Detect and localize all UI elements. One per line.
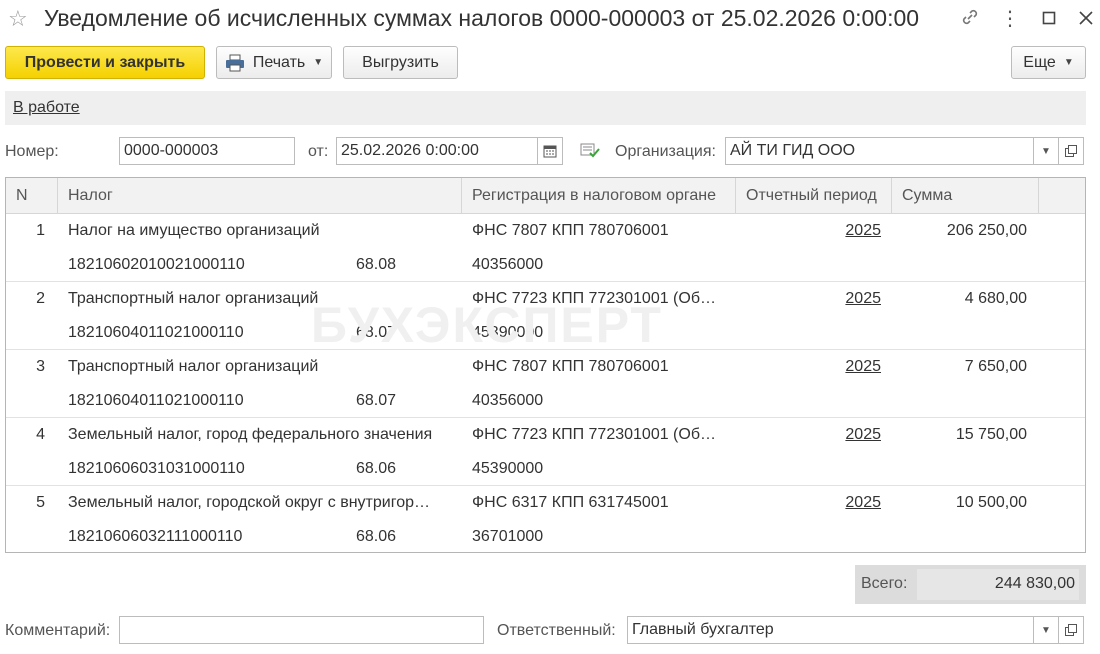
- oktmo-code: 36701000: [472, 528, 544, 545]
- table-row[interactable]: 4 Земельный налог, город федерального зн…: [6, 418, 1085, 486]
- export-button[interactable]: Выгрузить: [343, 46, 458, 79]
- total-box: Всего: 244 830,00: [855, 565, 1086, 604]
- account-code: 68.06: [356, 528, 397, 545]
- responsible-label: Ответственный:: [497, 622, 616, 639]
- table-row[interactable]: 3 Транспортный налог организаций 1821060…: [6, 350, 1085, 418]
- period-link[interactable]: 2025: [845, 290, 881, 308]
- kbk-code: 18210602010021000110: [68, 256, 245, 273]
- responsible-field[interactable]: Главный бухгалтер: [627, 616, 1034, 644]
- tax-name: Земельный налог, городской округ с внутр…: [68, 494, 430, 511]
- date-field[interactable]: 25.02.2026 0:00:00: [336, 137, 538, 165]
- row-number: 2: [36, 290, 45, 307]
- account-code: 68.07: [356, 324, 397, 341]
- tax-registration: ФНС 7723 КПП 772301001 (Об…: [472, 426, 716, 443]
- post-and-close-button[interactable]: Провести и закрыть: [5, 46, 205, 79]
- responsible-open-icon[interactable]: [1058, 616, 1084, 644]
- number-label: Номер:: [5, 143, 59, 160]
- row-number: 4: [36, 426, 45, 443]
- header-n[interactable]: N: [6, 178, 58, 214]
- window-title: Уведомление об исчисленных суммах налого…: [44, 5, 920, 31]
- total-value: 244 830,00: [917, 569, 1079, 600]
- sum-value: 7 650,00: [964, 358, 1027, 375]
- organization-dropdown-icon[interactable]: ▼: [1033, 137, 1059, 165]
- sum-value: 4 680,00: [964, 290, 1027, 307]
- comment-field[interactable]: [119, 616, 484, 644]
- comment-label: Комментарий:: [5, 622, 111, 639]
- kbk-code: 18210606032111000110: [68, 528, 243, 545]
- total-label: Всего:: [861, 575, 908, 592]
- number-field[interactable]: 0000-000003: [119, 137, 295, 165]
- close-icon[interactable]: [1074, 7, 1098, 31]
- kbk-code: 18210604011021000110: [68, 324, 244, 341]
- chevron-down-icon: ▼: [1063, 57, 1074, 68]
- kbk-code: 18210604011021000110: [68, 392, 244, 409]
- more-button[interactable]: Еще ▼: [1011, 46, 1086, 79]
- row-number: 3: [36, 358, 45, 375]
- header-registration[interactable]: Регистрация в налоговом органе: [462, 178, 736, 214]
- tax-name: Налог на имущество организаций: [68, 222, 320, 239]
- kbk-code: 18210606031031000110: [68, 460, 245, 477]
- status-link[interactable]: В работе: [13, 99, 80, 117]
- period-link[interactable]: 2025: [845, 494, 881, 512]
- sum-value: 206 250,00: [946, 222, 1027, 239]
- favorite-star-icon[interactable]: ☆: [8, 6, 28, 32]
- tax-name: Транспортный налог организаций: [68, 358, 319, 375]
- tax-registration: ФНС 7807 КПП 780706001: [472, 358, 669, 375]
- header-period[interactable]: Отчетный период: [736, 178, 892, 214]
- oktmo-code: 45390000: [472, 324, 544, 341]
- title-bar: ☆ Уведомление об исчисленных суммах нало…: [0, 0, 1100, 38]
- table-header: N Налог Регистрация в налоговом органе О…: [6, 178, 1085, 214]
- responsible-dropdown-icon[interactable]: ▼: [1033, 616, 1059, 644]
- table-row[interactable]: 2 Транспортный налог организаций 1821060…: [6, 282, 1085, 350]
- sum-value: 10 500,00: [955, 494, 1027, 511]
- tax-registration: ФНС 6317 КПП 631745001: [472, 494, 669, 511]
- account-code: 68.07: [356, 392, 397, 409]
- document-check-icon: [580, 141, 600, 164]
- oktmo-code: 40356000: [472, 256, 544, 273]
- sum-value: 15 750,00: [955, 426, 1027, 443]
- calendar-icon[interactable]: [537, 137, 563, 165]
- tax-registration: ФНС 7807 КПП 780706001: [472, 222, 669, 239]
- organization-field[interactable]: АЙ ТИ ГИД ООО: [725, 137, 1034, 165]
- tax-name: Земельный налог, город федерального знач…: [68, 426, 433, 443]
- maximize-icon[interactable]: [1037, 7, 1061, 31]
- organization-open-icon[interactable]: [1058, 137, 1084, 165]
- organization-label: Организация:: [615, 143, 716, 160]
- account-code: 68.06: [356, 460, 397, 477]
- more-menu-icon[interactable]: ⋮: [998, 7, 1022, 31]
- row-number: 1: [36, 222, 45, 239]
- status-strip: В работе: [5, 91, 1086, 125]
- chevron-down-icon: ▼: [313, 57, 324, 68]
- header-tax[interactable]: Налог: [58, 178, 462, 214]
- link-icon[interactable]: [958, 7, 982, 31]
- oktmo-code: 40356000: [472, 392, 544, 409]
- date-label: от:: [308, 143, 329, 160]
- table-row[interactable]: 1 Налог на имущество организаций 1821060…: [6, 214, 1085, 282]
- table-row[interactable]: 5 Земельный налог, городской округ с вну…: [6, 486, 1085, 552]
- print-button[interactable]: Печать ▼: [216, 46, 332, 79]
- printer-icon: [225, 54, 245, 72]
- account-code: 68.08: [356, 256, 397, 273]
- more-button-label: Еще: [1023, 53, 1056, 71]
- taxes-table: N Налог Регистрация в налоговом органе О…: [5, 177, 1086, 553]
- print-button-label: Печать: [252, 53, 306, 71]
- period-link[interactable]: 2025: [845, 358, 881, 376]
- header-sum[interactable]: Сумма: [892, 178, 1039, 214]
- row-number: 5: [36, 494, 45, 511]
- tax-registration: ФНС 7723 КПП 772301001 (Об…: [472, 290, 716, 307]
- period-link[interactable]: 2025: [845, 426, 881, 444]
- tax-name: Транспортный налог организаций: [68, 290, 319, 307]
- period-link[interactable]: 2025: [845, 222, 881, 240]
- oktmo-code: 45390000: [472, 460, 544, 477]
